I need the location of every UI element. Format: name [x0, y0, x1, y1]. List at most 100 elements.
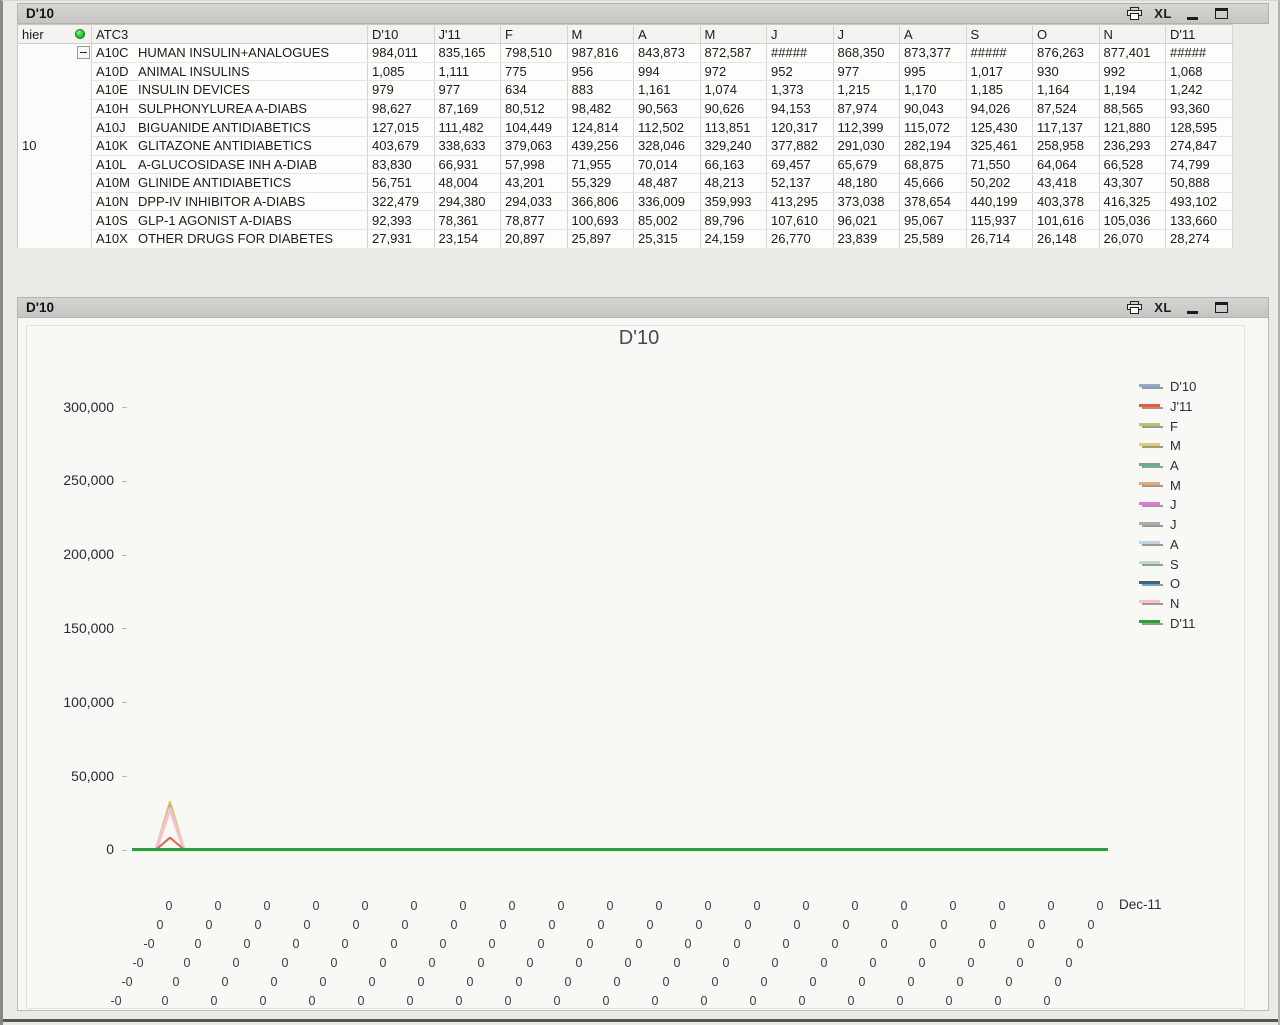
data-point-value-label: -0	[143, 937, 155, 951]
month-column-header[interactable]: M	[700, 24, 767, 44]
month-column-header[interactable]: M	[567, 24, 634, 44]
maximize-icon[interactable]	[1212, 6, 1230, 22]
data-point-value-label: 0	[646, 918, 654, 932]
dimension-cell[interactable]: A10S GLP-1 AGONIST A-DIABS	[91, 210, 368, 230]
month-column-header[interactable]: J	[833, 24, 900, 44]
data-point-value-label: 0	[967, 956, 975, 970]
value-cell: 20,897	[500, 229, 568, 249]
data-point-value-label: 0	[352, 918, 360, 932]
value-cell: 112,502	[633, 117, 701, 137]
data-point-value-label: 0	[945, 994, 953, 1008]
value-cell: #####	[966, 43, 1033, 63]
value-cell: 48,180	[833, 173, 900, 193]
value-cell: 43,201	[500, 173, 568, 193]
value-cell: 87,974	[833, 99, 900, 119]
value-cell: 107,610	[766, 210, 834, 230]
dimension-cell[interactable]: A10K GLITAZONE ANTIDIABETICS	[91, 136, 368, 156]
data-point-value-label: 0	[455, 994, 463, 1008]
atc-name: GLITAZONE ANTIDIABETICS	[138, 138, 312, 154]
data-point-value-label: 0	[1016, 956, 1024, 970]
data-point-value-label: 0	[161, 994, 169, 1008]
month-column-header[interactable]: D'11	[1165, 24, 1233, 44]
value-cell: 70,014	[633, 155, 701, 175]
y-axis-tick-mark	[122, 776, 127, 777]
data-point-value-label: 0	[820, 956, 828, 970]
print-icon[interactable]	[1125, 300, 1143, 316]
data-point-value-label: 0	[613, 975, 621, 989]
month-column-header[interactable]: A	[633, 24, 701, 44]
collapse-minus-icon[interactable]	[77, 46, 90, 59]
month-column-header[interactable]: A	[899, 24, 967, 44]
month-column-header[interactable]: F	[500, 24, 568, 44]
dimension-cell[interactable]: A10C HUMAN INSULIN+ANALOGUES	[91, 43, 368, 63]
value-cell: 83,830	[367, 155, 435, 175]
value-cell: 868,350	[833, 43, 900, 63]
value-cell: 57,998	[500, 155, 568, 175]
data-point-value-label: 0	[1047, 899, 1055, 913]
atc3-column-header[interactable]: ATC3	[91, 24, 368, 44]
legend-line-marker-icon	[1139, 403, 1163, 411]
dimension-cell[interactable]: A10J BIGUANIDE ANTIDIABETICS	[91, 117, 368, 137]
pivot-table-container: hier ATC3 D'10 J'11 F M A M J J A S O N D'11 10 A10C HUMA…	[17, 24, 1233, 249]
data-point-value-label: 0	[410, 899, 418, 913]
month-column-header[interactable]: D'10	[367, 24, 435, 44]
data-point-value-label: -0	[121, 975, 133, 989]
legend-label: J	[1170, 517, 1177, 533]
value-cell: 43,418	[1032, 173, 1100, 193]
dimension-cell[interactable]: A10M GLINIDE ANTIDIABETICS	[91, 173, 368, 193]
dimension-cell[interactable]: A10L A-GLUCOSIDASE INH A-DIAB	[91, 155, 368, 175]
value-cell: 403,679	[367, 136, 435, 156]
hier-value-cell[interactable]: 10	[17, 43, 92, 249]
data-point-value-label: 0	[606, 899, 614, 913]
month-column-header[interactable]: O	[1032, 24, 1100, 44]
legend-entry: J	[1139, 495, 1196, 515]
excel-export-icon[interactable]: XL	[1154, 6, 1172, 22]
data-point-value-label: 0	[515, 975, 523, 989]
dimension-cell[interactable]: A10E INSULIN DEVICES	[91, 80, 368, 100]
hier-column-header[interactable]: hier	[17, 24, 92, 44]
legend-label: N	[1170, 595, 1180, 611]
value-cell: 45,666	[899, 173, 967, 193]
dimension-cell[interactable]: A10N DPP-IV INHIBITOR A-DIABS	[91, 192, 368, 212]
y-axis-tick-label: 50,000	[71, 767, 114, 784]
table-caption-bar[interactable]: D'10 XL	[17, 3, 1269, 24]
dimension-cell[interactable]: A10H SULPHONYLUREA A-DIABS	[91, 99, 368, 119]
value-cell: 1,068	[1165, 62, 1233, 82]
value-cell: 977	[434, 80, 501, 100]
value-cell: 48,004	[434, 173, 501, 193]
legend-label: O	[1170, 576, 1181, 592]
dimension-cell[interactable]: A10D ANIMAL INSULINS	[91, 62, 368, 82]
legend-label: S	[1170, 556, 1179, 572]
data-point-value-label: 0	[929, 937, 937, 951]
atc-name: HUMAN INSULIN+ANALOGUES	[138, 45, 330, 61]
minimize-icon[interactable]	[1183, 6, 1201, 22]
data-point-value-label: 0	[357, 994, 365, 1008]
month-column-header[interactable]: N	[1099, 24, 1166, 44]
data-point-value-label: 0	[1087, 918, 1095, 932]
selection-state-green-dot-icon[interactable]	[75, 29, 85, 39]
data-point-value-label: 0	[428, 956, 436, 970]
y-axis-tick-mark	[122, 407, 127, 408]
legend-line-marker-icon	[1139, 580, 1163, 588]
data-point-value-label: 0	[918, 956, 926, 970]
maximize-icon[interactable]	[1212, 300, 1230, 316]
month-column-header[interactable]: J	[766, 24, 834, 44]
data-point-value-label: 0	[557, 899, 565, 913]
data-point-value-label: 0	[994, 994, 1002, 1008]
chart-caption-bar[interactable]: D'10 XL	[17, 297, 1269, 318]
data-point-value-label: 0	[1038, 918, 1046, 932]
data-point-value-label: 0	[869, 956, 877, 970]
data-point-value-label: 0	[1054, 975, 1062, 989]
data-point-value-label: 0	[586, 937, 594, 951]
y-axis-tick-mark	[122, 849, 127, 851]
value-cell: 124,814	[567, 117, 634, 137]
minimize-icon[interactable]	[1183, 300, 1201, 316]
data-point-value-label: 0	[417, 975, 425, 989]
data-point-value-label: 0	[508, 899, 516, 913]
dimension-cell[interactable]: A10X OTHER DRUGS FOR DIABETES	[91, 229, 368, 249]
month-column-header[interactable]: J'11	[434, 24, 501, 44]
month-column-header[interactable]: S	[966, 24, 1033, 44]
print-icon[interactable]	[1125, 6, 1143, 22]
excel-export-icon[interactable]: XL	[1154, 300, 1172, 316]
atc-name: A-GLUCOSIDASE INH A-DIAB	[138, 156, 318, 172]
